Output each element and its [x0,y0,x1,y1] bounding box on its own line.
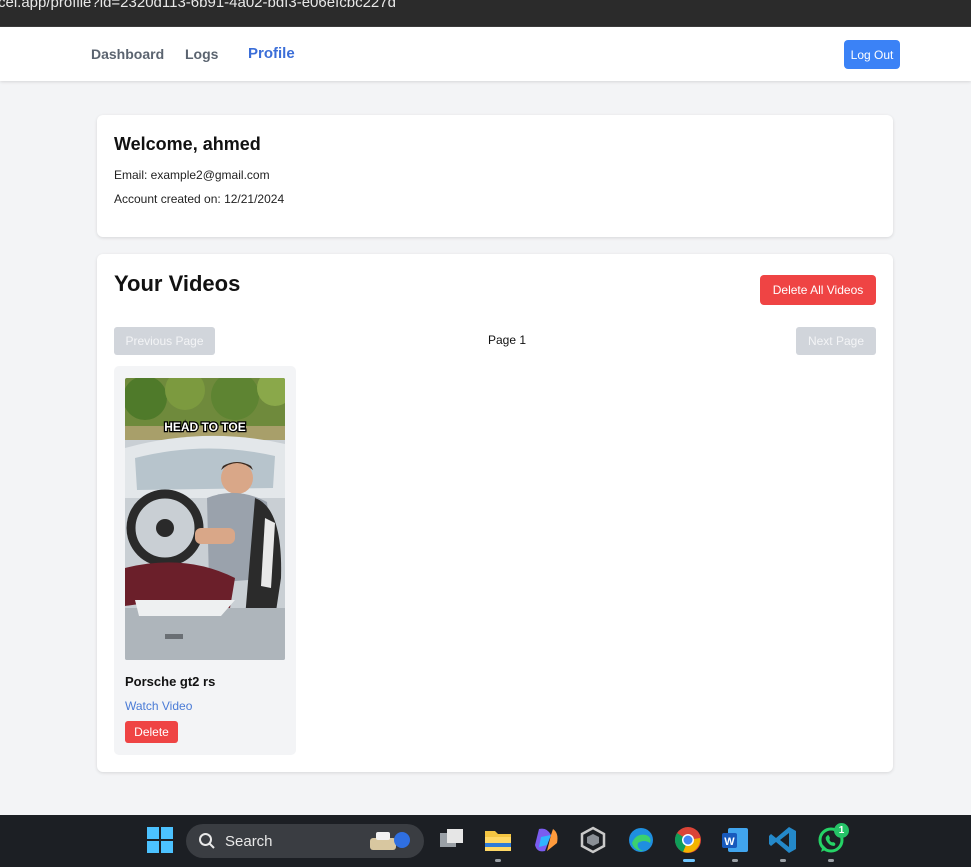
browser-url-bar[interactable]: cel.app/profile?id=2320d113-6b91-4a02-bd… [0,0,971,27]
app-icon[interactable] [578,825,608,855]
welcome-heading: Welcome, ahmed [114,134,261,154]
windows-icon[interactable] [145,825,175,855]
account-created-date: Account created on: 12/21/2024 [114,192,285,206]
video-item: HEAD TO TOE Porsche gt2 rs Watch Video D… [114,366,296,755]
welcome-card: Welcome, ahmed Email: example2@gmail.com… [97,115,893,237]
svg-text:W: W [724,836,735,848]
whatsapp-notification-badge: 1 [834,823,849,838]
file-explorer-running-indicator [495,859,501,862]
delete-video-button[interactable]: Delete [125,721,178,743]
vscode-running-indicator [780,859,786,862]
logout-button[interactable]: Log Out [844,40,900,69]
search-label: Search [225,833,273,850]
edge-icon[interactable] [626,825,656,855]
word-running-indicator [732,859,738,862]
taskbar-search-box[interactable]: Search [186,824,424,858]
next-page-button[interactable]: Next Page [796,327,876,355]
url-text[interactable]: cel.app/profile?id=2320d113-6b91-4a02-bd… [0,0,396,11]
nav-logs-link[interactable]: Logs [185,46,218,62]
videos-card: Your Videos Delete All Videos Previous P… [97,254,893,772]
watch-video-link[interactable]: Watch Video [125,699,192,713]
page-indicator: Page 1 [488,333,527,347]
windows-taskbar: Search W [0,815,971,867]
previous-page-button[interactable]: Previous Page [114,327,215,355]
search-highlight-icon [370,832,410,850]
chrome-icon[interactable] [673,825,703,855]
copilot-icon[interactable] [531,825,561,855]
thumbnail-caption: HEAD TO TOE [164,420,246,434]
vscode-icon[interactable] [768,825,798,855]
top-navbar: Dashboard Logs Profile Log Out [0,27,971,81]
nav-profile-link[interactable]: Profile [248,45,295,62]
chrome-active-indicator [683,859,695,862]
videos-heading: Your Videos [114,271,241,296]
whatsapp-running-indicator [828,859,834,862]
video-thumbnail-image: HEAD TO TOE [125,378,285,660]
task-view-icon[interactable] [437,825,467,855]
nav-dashboard-link[interactable]: Dashboard [91,46,164,62]
video-title: Porsche gt2 rs [125,674,216,689]
delete-all-videos-button[interactable]: Delete All Videos [760,275,876,305]
word-icon[interactable]: W [720,825,750,855]
file-explorer-icon[interactable] [483,825,513,855]
search-icon [199,833,215,849]
user-email: Email: example2@gmail.com [114,168,270,182]
video-thumbnail[interactable]: HEAD TO TOE [125,378,285,660]
